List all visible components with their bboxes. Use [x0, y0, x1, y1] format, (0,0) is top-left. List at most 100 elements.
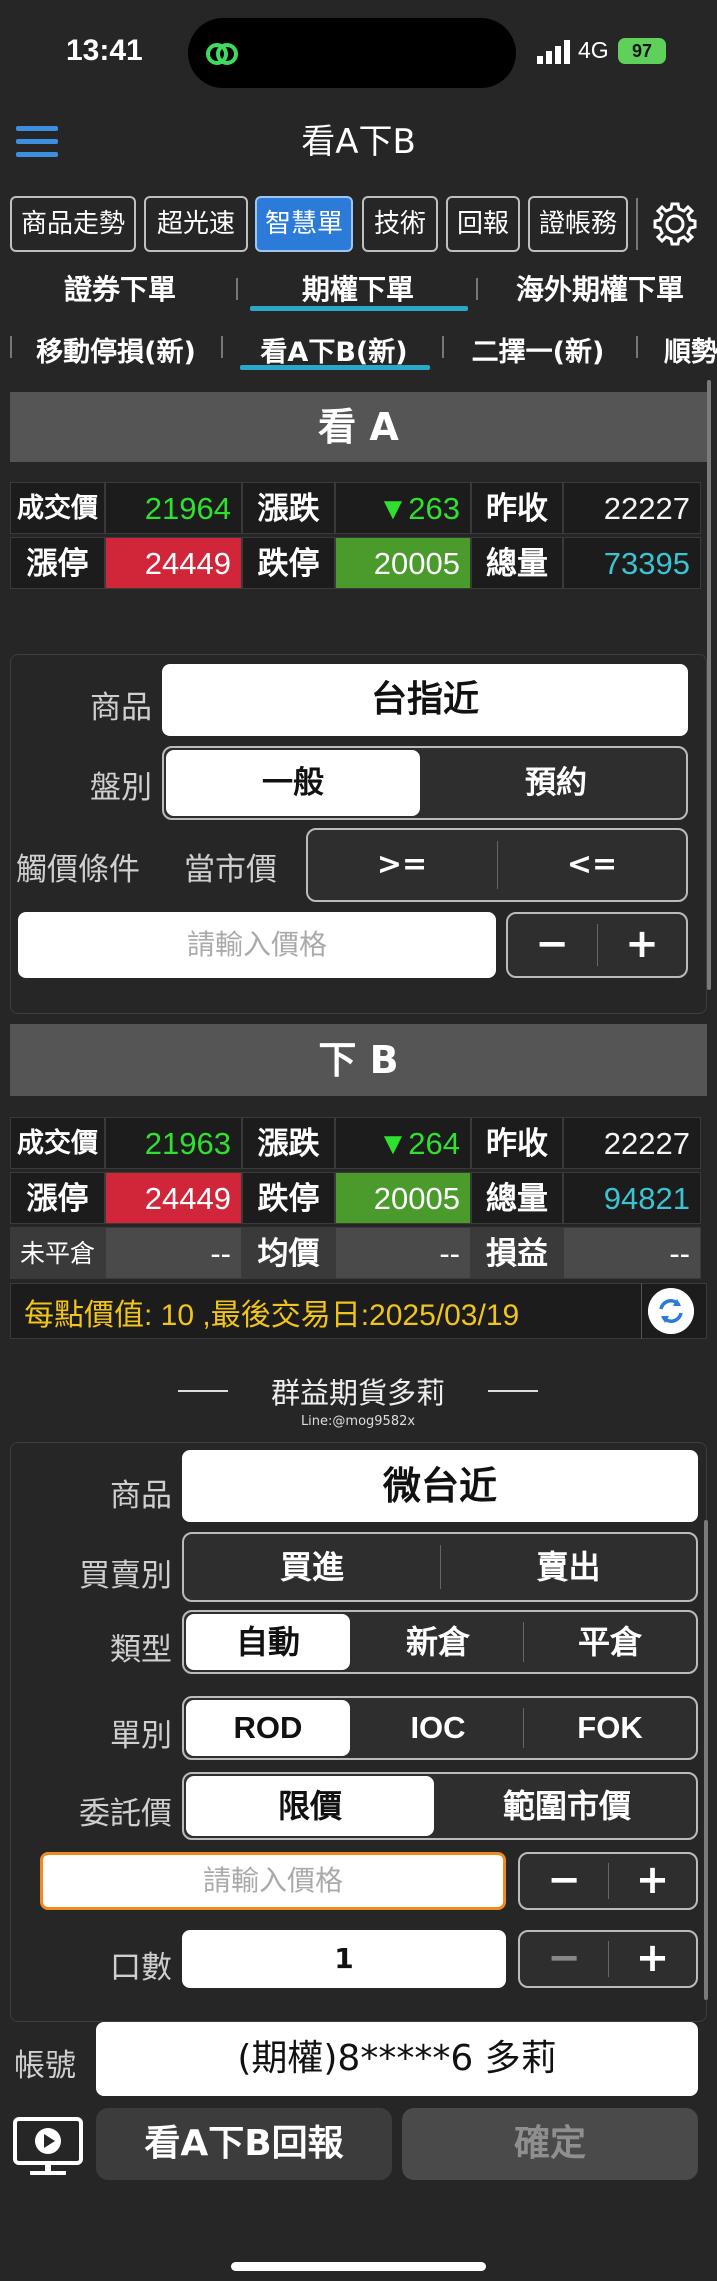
confirm-button[interactable]: 確定 — [402, 2108, 698, 2180]
minus-icon[interactable]: − — [508, 914, 596, 976]
fok-option[interactable]: FOK — [524, 1698, 696, 1758]
order-price-stepper: − + — [518, 1852, 698, 1910]
change-label: 漲跌 — [242, 482, 335, 534]
scrollbar[interactable] — [704, 1520, 708, 2000]
limit-down-value: 20005 — [335, 1172, 471, 1224]
session-normal-option[interactable]: 一般 — [166, 750, 420, 816]
prev-close-value: 22227 — [563, 1117, 701, 1169]
battery-icon: 97 — [618, 38, 666, 64]
limit-price-option[interactable]: 限價 — [186, 1776, 434, 1836]
change-value: ▼263 — [335, 482, 471, 534]
tab-either-or[interactable]: 二擇一(新) — [466, 330, 610, 369]
total-volume-label: 總量 — [471, 1172, 563, 1224]
tab-trailing-stop[interactable]: 移動停損(新) — [28, 330, 204, 369]
minus-icon[interactable]: − — [520, 1854, 608, 1908]
product-select[interactable]: 微台近 — [182, 1450, 698, 1522]
quantity-input[interactable]: 1 — [182, 1930, 506, 1988]
gear-icon[interactable] — [644, 196, 706, 252]
scrollbar[interactable] — [707, 380, 711, 990]
limit-up-value: 24449 — [105, 537, 242, 589]
trigger-price-stepper: − + — [506, 912, 688, 978]
contract-info-text: 每點價值: 10 ,最後交易日:2025/03/19 — [24, 1299, 520, 1332]
session-label: 盤別 — [90, 770, 152, 806]
prev-close-value: 22227 — [563, 482, 701, 534]
plus-icon[interactable]: + — [598, 914, 686, 976]
kind-toggle: 自動 新倉 平倉 — [182, 1610, 698, 1674]
account-select[interactable]: (期權)8*****6 多莉 — [96, 2022, 698, 2096]
pnl-label: 損益 — [471, 1227, 563, 1279]
change-label: 漲跌 — [242, 1117, 335, 1169]
divider — [10, 336, 12, 358]
session-toggle: 一般 預約 — [162, 746, 688, 820]
operator-lte-option[interactable]: <= — [498, 830, 686, 900]
sell-option[interactable]: 賣出 — [441, 1534, 696, 1600]
new-position-option[interactable]: 新倉 — [354, 1612, 522, 1672]
active-tab-underline — [240, 365, 430, 370]
tab-overseas-options-order[interactable]: 海外期權下單 — [502, 268, 698, 308]
screen-play-icon[interactable] — [12, 2116, 84, 2178]
product-label: 商品 — [110, 1478, 172, 1514]
buy-option[interactable]: 買進 — [184, 1534, 440, 1600]
total-volume-label: 總量 — [471, 537, 563, 589]
home-indicator[interactable] — [231, 2262, 486, 2271]
last-price-label: 成交價 — [10, 1117, 105, 1169]
order-type-label: 單別 — [110, 1718, 172, 1754]
plus-icon[interactable]: + — [609, 1932, 696, 1986]
last-price-value: 21963 — [105, 1117, 242, 1169]
total-volume-value: 73395 — [563, 537, 701, 589]
prev-close-label: 昨收 — [471, 482, 563, 534]
divider — [236, 278, 238, 300]
operator-gte-option[interactable]: >= — [308, 830, 496, 900]
divider — [476, 278, 478, 300]
total-volume-value: 94821 — [563, 1172, 701, 1224]
product-label: 商品 — [90, 690, 152, 726]
plus-icon[interactable]: + — [609, 1854, 696, 1908]
section-b-title: 下 B — [10, 1024, 707, 1096]
limit-up-label: 漲停 — [10, 1172, 105, 1224]
tab-technical[interactable]: 技術 — [362, 196, 438, 252]
trigger-reference-label: 當市價 — [184, 852, 277, 888]
range-market-option[interactable]: 範圍市價 — [438, 1774, 696, 1838]
tab-hyperspeed[interactable]: 超光速 — [144, 196, 248, 252]
tab-account[interactable]: 證帳務 — [528, 196, 628, 252]
trigger-operator-toggle: >= <= — [306, 828, 688, 902]
avg-price-label: 均價 — [242, 1227, 335, 1279]
session-reserve-option[interactable]: 預約 — [426, 748, 686, 818]
divider — [178, 1390, 228, 1392]
change-value: ▼264 — [335, 1117, 471, 1169]
tab-securities-order[interactable]: 證券下單 — [40, 268, 200, 308]
prev-close-label: 昨收 — [471, 1117, 563, 1169]
order-price-input[interactable]: 請輸入價格 — [40, 1852, 506, 1910]
tab-report[interactable]: 回報 — [446, 196, 520, 252]
minus-icon[interactable]: − — [520, 1932, 608, 1986]
product-select[interactable]: 台指近 — [162, 664, 688, 736]
limit-down-label: 跌停 — [242, 1172, 335, 1224]
limit-down-label: 跌停 — [242, 537, 335, 589]
tab-options-order[interactable]: 期權下單 — [278, 268, 438, 308]
refresh-icon[interactable] — [648, 1288, 694, 1334]
link-app-icon — [206, 43, 238, 65]
ioc-option[interactable]: IOC — [354, 1698, 522, 1758]
tab-watch-a-order-b[interactable]: 看A下B(新) — [254, 330, 414, 369]
tab-trend[interactable]: 順勢 — [664, 330, 717, 369]
active-tab-underline — [250, 306, 468, 311]
pnl-value: -- — [563, 1227, 701, 1279]
section-a-title: 看 A — [10, 392, 707, 462]
divider — [636, 198, 638, 250]
open-interest-value: -- — [105, 1227, 242, 1279]
price-type-toggle: 限價 範圍市價 — [182, 1772, 698, 1840]
watermark-title: 群益期貨多莉 — [270, 1376, 445, 1410]
last-price-value: 21964 — [105, 482, 242, 534]
auto-option[interactable]: 自動 — [186, 1614, 350, 1670]
signal-icon — [537, 40, 570, 64]
tab-product-trend[interactable]: 商品走勢 — [10, 196, 136, 252]
rod-option[interactable]: ROD — [186, 1700, 350, 1756]
divider — [636, 336, 638, 358]
divider — [641, 1283, 642, 1339]
avg-price-value: -- — [335, 1227, 471, 1279]
report-button[interactable]: 看A下B回報 — [96, 2108, 392, 2180]
trigger-condition-label: 觸價條件 — [16, 852, 140, 888]
close-position-option[interactable]: 平倉 — [524, 1612, 696, 1672]
trigger-price-input[interactable]: 請輸入價格 — [18, 912, 496, 978]
tab-smart-order[interactable]: 智慧單 — [255, 196, 353, 252]
